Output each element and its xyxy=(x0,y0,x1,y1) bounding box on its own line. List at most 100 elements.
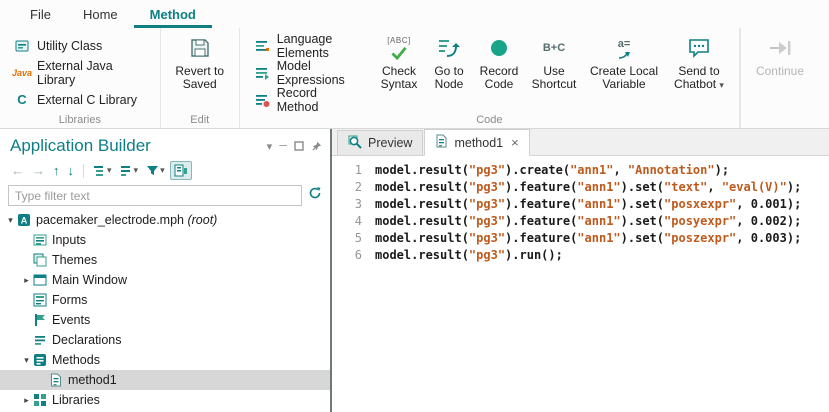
move-down-button[interactable]: ↓ xyxy=(65,162,78,179)
panel-menu-icon[interactable]: ▾ xyxy=(267,140,273,153)
main-window-icon xyxy=(33,273,50,287)
minimize-panel-icon[interactable]: ─ xyxy=(279,140,287,152)
tree-item-label: pacemaker_electrode.mph (root) xyxy=(34,213,217,227)
group-label-libraries: Libraries xyxy=(0,114,160,126)
code-string: "eval(V)" xyxy=(722,180,787,194)
code-string: "ann1" xyxy=(577,231,620,245)
collapse-arrow-icon[interactable]: ▾ xyxy=(4,215,17,226)
refresh-icon[interactable] xyxy=(308,186,322,205)
model-expressions-label: Model Expressions xyxy=(277,59,362,87)
code-line[interactable]: 4model.result("pg3").feature("ann1").set… xyxy=(332,213,829,230)
code-line[interactable]: 1model.result("pg3").create("ann1", "Ann… xyxy=(332,162,829,179)
code-text: , xyxy=(707,180,721,194)
tree-item-events[interactable]: Events xyxy=(0,310,330,330)
external-c-library-button[interactable]: C External C Library xyxy=(8,87,152,112)
close-tab-icon[interactable]: × xyxy=(511,135,519,150)
forms-icon xyxy=(33,293,50,307)
utility-class-icon xyxy=(13,38,31,54)
code-string: "text" xyxy=(664,180,707,194)
tree-item-themes[interactable]: Themes xyxy=(0,250,330,270)
language-elements-icon xyxy=(253,38,271,54)
revert-to-saved-button[interactable]: Revert to Saved xyxy=(169,31,231,93)
forward-button[interactable]: → xyxy=(29,162,48,179)
code-text: , xyxy=(613,163,627,177)
float-panel-icon[interactable] xyxy=(294,141,304,151)
line-number: 1 xyxy=(332,162,362,179)
application-builder-panel: Application Builder ▾ ─ ← → ↑ ↓ xyxy=(0,129,330,412)
tree-item-main-window[interactable]: ▸ Main Window xyxy=(0,270,330,290)
code-text: ).feature( xyxy=(505,197,577,211)
tab-method1[interactable]: method1 × xyxy=(424,129,529,156)
tree-item-methods[interactable]: ▾Methods xyxy=(0,350,330,370)
code-string: "pg3" xyxy=(469,197,505,211)
external-java-library-label: External Java Library xyxy=(37,59,147,87)
code-area[interactable]: 1model.result("pg3").create("ann1", "Ann… xyxy=(332,156,829,412)
utility-class-button[interactable]: Utility Class xyxy=(8,33,152,58)
tree-item-method1[interactable]: method1 xyxy=(0,370,330,390)
tree-item-label: Inputs xyxy=(50,233,86,247)
external-c-library-label: External C Library xyxy=(37,93,137,107)
filter-dropdown-button[interactable]: ▾ xyxy=(143,162,168,179)
code-text: ).set( xyxy=(621,231,664,245)
continue-label: Continue xyxy=(756,65,804,78)
filter-input[interactable] xyxy=(8,185,302,206)
create-local-variable-icon: a= xyxy=(617,35,631,61)
ribbon-group-libraries: Utility Class Java External Java Library… xyxy=(0,28,161,128)
tab-preview[interactable]: Preview xyxy=(337,130,423,155)
chevron-down-icon[interactable]: ▾ xyxy=(719,81,724,90)
ribbon: Utility Class Java External Java Library… xyxy=(0,28,829,129)
line-number: 5 xyxy=(332,230,362,247)
code-string: "ann1" xyxy=(570,163,613,177)
tree-item-label: Libraries xyxy=(50,393,100,407)
tree-item-root[interactable]: ▾Apacemaker_electrode.mph (root) xyxy=(0,210,330,230)
show-editor-tools-toggle[interactable] xyxy=(170,161,192,180)
code-string: "posyexpr" xyxy=(664,214,736,228)
go-to-node-button[interactable]: Go to Node xyxy=(427,31,471,93)
expand-tree-dropdown-button[interactable]: ▾ xyxy=(90,162,115,179)
line-number: 2 xyxy=(332,179,362,196)
back-button[interactable]: ← xyxy=(8,162,27,179)
create-local-variable-button[interactable]: a= Create Local Variable xyxy=(585,31,663,93)
methods-icon xyxy=(33,353,50,367)
code-text: ).set( xyxy=(621,197,664,211)
tree-item-inputs[interactable]: Inputs xyxy=(0,230,330,250)
send-to-chatbot-label: Send to Chatbot xyxy=(674,64,720,91)
code-text: , 0.001); xyxy=(736,197,801,211)
use-shortcut-button[interactable]: B+C Use Shortcut xyxy=(527,31,581,93)
tab-method[interactable]: Method xyxy=(134,2,212,28)
expand-arrow-icon[interactable]: ▸ xyxy=(20,395,33,406)
code-text: ).create( xyxy=(505,163,570,177)
collapse-arrow-icon[interactable]: ▾ xyxy=(20,355,33,366)
record-method-button[interactable]: Record Method xyxy=(248,87,367,112)
check-syntax-button[interactable]: [ABC] Check Syntax xyxy=(375,31,423,93)
tree-item-declarations[interactable]: Declarations xyxy=(0,330,330,350)
code-line[interactable]: 2model.result("pg3").feature("ann1").set… xyxy=(332,179,829,196)
chatbot-bubble-icon xyxy=(687,35,711,61)
expand-arrow-icon[interactable]: ▸ xyxy=(20,275,33,286)
tab-file[interactable]: File xyxy=(14,2,67,28)
language-elements-button[interactable]: Language Elements xyxy=(248,33,367,58)
record-method-icon xyxy=(253,92,271,108)
tree-item-libraries[interactable]: ▸ Libraries xyxy=(0,390,330,410)
continue-button[interactable]: Continue xyxy=(749,31,811,80)
code-string: "poszexpr" xyxy=(664,231,736,245)
tree-item-forms[interactable]: Forms xyxy=(0,290,330,310)
code-line[interactable]: 6model.result("pg3").run(); xyxy=(332,247,829,264)
panel-title: Application Builder xyxy=(10,136,267,156)
method-editor: Preview method1 × 1model.result("pg3").c… xyxy=(332,129,829,412)
send-to-chatbot-button[interactable]: Send to Chatbot ▾ xyxy=(667,31,731,93)
tree-item-label: Main Window xyxy=(50,273,127,287)
pin-panel-icon[interactable] xyxy=(311,141,322,152)
method-icon xyxy=(49,373,66,387)
code-line[interactable]: 3model.result("pg3").feature("ann1").set… xyxy=(332,196,829,213)
tab-home[interactable]: Home xyxy=(67,2,134,28)
collapse-tree-dropdown-button[interactable]: ▾ xyxy=(117,162,142,179)
record-code-button[interactable]: Record Code xyxy=(475,31,523,93)
code-line[interactable]: 5model.result("pg3").feature("ann1").set… xyxy=(332,230,829,247)
app-tree: ▾Apacemaker_electrode.mph (root) Inputs Th… xyxy=(0,210,330,412)
external-java-library-button[interactable]: Java External Java Library xyxy=(8,60,152,85)
model-expressions-button[interactable]: Model Expressions xyxy=(248,60,367,85)
move-up-button[interactable]: ↑ xyxy=(50,162,63,179)
tree-item-label: Forms xyxy=(50,293,87,307)
tree-toolbar: ← → ↑ ↓ ▾ ▾ ▾ xyxy=(0,158,330,183)
